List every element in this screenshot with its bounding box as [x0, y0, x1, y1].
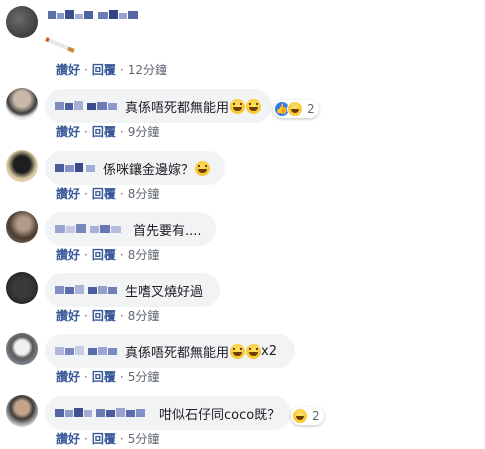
separator: ·	[84, 431, 88, 446]
avatar[interactable]	[6, 272, 38, 304]
grinning-emoji-icon	[195, 160, 211, 176]
comment-bubble: 係咪鑲金邊嫁？	[45, 151, 225, 185]
reply-link[interactable]: 回覆	[92, 123, 116, 140]
comment-suffix: x2	[261, 343, 277, 359]
comment-actions: 讚好 · 回覆 · 5分鐘	[56, 368, 159, 385]
avatar[interactable]	[6, 395, 38, 427]
like-link[interactable]: 讚好	[56, 430, 80, 447]
avatar[interactable]	[6, 6, 38, 38]
grinning-emoji-icon	[246, 343, 262, 359]
timestamp[interactable]: 5分鐘	[128, 430, 160, 447]
like-link[interactable]: 讚好	[56, 246, 80, 263]
like-link[interactable]: 讚好	[56, 123, 80, 140]
comment-actions: 讚好 · 回覆 · 12分鐘	[56, 61, 167, 78]
avatar[interactable]	[6, 211, 38, 243]
avatar[interactable]	[6, 333, 38, 365]
separator: ·	[84, 308, 88, 323]
like-link[interactable]: 讚好	[56, 307, 80, 324]
separator: ·	[119, 62, 124, 77]
comment-actions: 讚好 · 回覆 · 5分鐘	[56, 430, 159, 447]
reaction-count: 2	[307, 102, 315, 116]
comment-actions: 讚好 · 回覆 · 9分鐘	[56, 123, 159, 140]
comment-bubble: 真係唔死都無能用 x2	[45, 334, 295, 368]
comment-text: 首先要有....	[133, 223, 202, 239]
separator: ·	[119, 247, 124, 262]
separator: ·	[119, 124, 124, 139]
separator: ·	[84, 186, 88, 201]
comment-actions: 讚好 · 回覆 · 8分鐘	[56, 246, 159, 263]
haha-reaction-icon	[287, 101, 303, 117]
blurred-username[interactable]	[55, 408, 153, 418]
comment-text: 係咪鑲金邊嫁？	[103, 162, 195, 178]
reaction-count: 2	[312, 409, 320, 423]
grinning-emoji-icon	[246, 98, 262, 114]
separator: ·	[119, 431, 124, 446]
separator: ·	[119, 308, 124, 323]
separator: ·	[84, 124, 88, 139]
avatar[interactable]	[6, 88, 38, 120]
comment-bubble: 真係唔死都無能用	[45, 89, 272, 123]
comment-text: 真係唔死都無能用	[125, 345, 230, 361]
blurred-username[interactable]	[55, 101, 119, 111]
comment-bubble: 咁似石仔同coco既？	[45, 396, 291, 430]
timestamp[interactable]: 5分鐘	[128, 368, 160, 385]
reply-link[interactable]: 回覆	[92, 368, 116, 385]
blurred-username[interactable]	[55, 346, 119, 356]
reply-link[interactable]: 回覆	[92, 185, 116, 202]
reply-link[interactable]: 回覆	[92, 307, 116, 324]
separator: ·	[84, 247, 88, 262]
comment-actions: 讚好 · 回覆 · 8分鐘	[56, 185, 159, 202]
separator: ·	[84, 369, 88, 384]
timestamp[interactable]: 9分鐘	[128, 123, 160, 140]
timestamp[interactable]: 8分鐘	[128, 307, 160, 324]
reply-link[interactable]: 回覆	[92, 61, 116, 78]
like-link[interactable]: 讚好	[56, 185, 80, 202]
blurred-username[interactable]	[48, 8, 140, 22]
timestamp[interactable]: 12分鐘	[128, 61, 167, 78]
timestamp[interactable]: 8分鐘	[128, 185, 160, 202]
comment-text: 真係唔死都無能用	[125, 100, 230, 116]
cigarette-sticker	[45, 37, 75, 53]
comment-text: 生嗜叉燒好過	[125, 284, 204, 300]
comment-bubble: 生嗜叉燒好過	[45, 273, 220, 307]
comment-text: 咁似石仔同coco既？	[159, 407, 281, 423]
haha-reaction-icon	[292, 408, 308, 424]
grinning-emoji-icon	[230, 98, 246, 114]
comment-bubble: 首先要有....	[45, 212, 216, 246]
reply-link[interactable]: 回覆	[92, 430, 116, 447]
separator: ·	[84, 62, 88, 77]
reply-link[interactable]: 回覆	[92, 246, 116, 263]
blurred-username[interactable]	[55, 163, 97, 173]
like-link[interactable]: 讚好	[56, 368, 80, 385]
reaction-summary[interactable]: 👍 2	[273, 100, 319, 118]
comment-actions: 讚好 · 回覆 · 8分鐘	[56, 307, 159, 324]
reaction-summary[interactable]: 2	[291, 407, 324, 425]
blurred-username[interactable]	[55, 285, 119, 295]
separator: ·	[119, 186, 124, 201]
blurred-username[interactable]	[55, 224, 127, 234]
timestamp[interactable]: 8分鐘	[128, 246, 160, 263]
separator: ·	[119, 369, 124, 384]
avatar[interactable]	[6, 150, 38, 182]
grinning-emoji-icon	[230, 343, 246, 359]
like-link[interactable]: 讚好	[56, 61, 80, 78]
